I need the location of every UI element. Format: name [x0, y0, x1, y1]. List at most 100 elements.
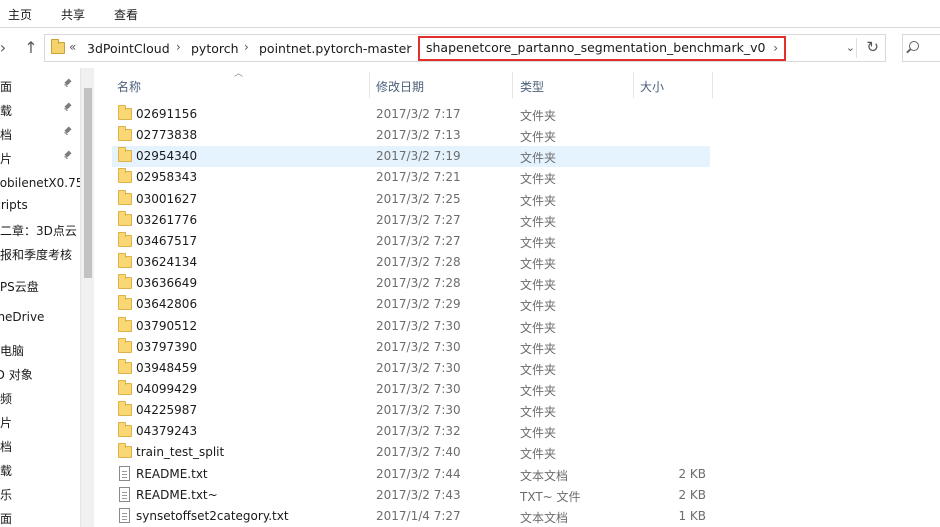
column-header-name[interactable]: 名称	[117, 78, 141, 102]
column-header-size[interactable]: 大小	[640, 78, 664, 102]
chevron-right-icon[interactable]: ›	[244, 40, 249, 54]
file-date-modified: 2017/3/2 7:43	[376, 487, 461, 502]
nav-item[interactable]: mobilenetX0.75	[0, 174, 80, 194]
file-type: 文件夹	[520, 320, 557, 335]
column-header-type[interactable]: 类型	[520, 78, 544, 102]
table-row[interactable]: synsetoffset2category.txt 2017/1/4 7:27 文本…	[112, 506, 710, 527]
breadcrumb-pointnet[interactable]: pointnet.pytorch-master	[259, 41, 412, 56]
table-row[interactable]: 03261776 2017/3/2 7:27 文件夹	[112, 210, 710, 231]
file-type: TXT~ 文件	[520, 489, 581, 504]
nav-item-label: 文档	[0, 128, 13, 142]
nav-item-label: WPS云盘	[0, 280, 39, 294]
column-divider[interactable]	[633, 72, 634, 98]
tab-home[interactable]: 主页	[8, 6, 32, 23]
nav-item[interactable]: 桌面	[0, 508, 80, 527]
folder-icon	[118, 147, 132, 163]
table-row[interactable]: 02691156 2017/3/2 7:17 文件夹	[112, 104, 710, 125]
chevron-right-icon[interactable]: ›	[773, 41, 778, 55]
tab-share[interactable]: 共享	[61, 6, 85, 23]
nav-item[interactable]: 桌面	[0, 76, 80, 96]
file-date-modified: 2017/3/2 7:27	[376, 233, 461, 248]
table-row[interactable]: 02958343 2017/3/2 7:21 文件夹	[112, 167, 710, 188]
ribbon-bar: 主页 共享 查看	[0, 0, 940, 28]
folder-icon	[118, 295, 132, 311]
nav-item[interactable]: 3D 对象	[0, 364, 80, 384]
refresh-icon[interactable]: ↻	[866, 38, 879, 56]
nav-item-label: OneDrive	[0, 310, 45, 324]
folder-icon	[118, 189, 132, 205]
forward-chevron-icon[interactable]: ›	[0, 38, 12, 58]
file-date-modified: 2017/3/2 7:28	[376, 255, 461, 270]
folder-icon	[118, 337, 132, 353]
file-name: 03624134	[136, 255, 198, 270]
navigation-pane: 桌面下载文档图片mobilenetX0.75scripts第二章：3D点云周报和…	[0, 68, 80, 527]
nav-item[interactable]: 第二章：3D点云	[0, 220, 80, 240]
nav-item[interactable]: WPS云盘	[0, 276, 80, 296]
nav-item[interactable]: scripts	[0, 196, 80, 216]
nav-item[interactable]: 音乐	[0, 484, 80, 504]
file-name: 03642806	[136, 297, 198, 312]
table-row[interactable]: 03467517 2017/3/2 7:27 文件夹	[112, 231, 710, 252]
column-divider[interactable]	[512, 72, 513, 98]
navigation-pane-scrollbar[interactable]	[80, 68, 94, 527]
scrollbar-thumb[interactable]	[84, 88, 92, 278]
table-row[interactable]: 02954340 2017/3/2 7:19 文件夹	[112, 146, 710, 168]
chevron-down-icon[interactable]: ⌄	[846, 41, 855, 54]
file-date-modified: 2017/3/2 7:21	[376, 170, 461, 185]
file-name: 04225987	[136, 403, 198, 418]
breadcrumb-current-label: shapenetcore_partanno_segmentation_bench…	[426, 40, 766, 55]
address-bar[interactable]: « 3dPointCloud › pytorch › pointnet.pyto…	[44, 34, 886, 62]
nav-item[interactable]: 图片	[0, 148, 80, 168]
table-row[interactable]: 03797390 2017/3/2 7:30 文件夹	[112, 337, 710, 358]
search-input[interactable]	[902, 34, 940, 62]
file-date-modified: 2017/3/2 7:30	[376, 339, 461, 354]
table-row[interactable]: train_test_split 2017/3/2 7:40 文件夹	[112, 442, 710, 463]
nav-item[interactable]: 下载	[0, 100, 80, 120]
table-row[interactable]: 03001627 2017/3/2 7:25 文件夹	[112, 189, 710, 210]
chevron-right-icon[interactable]: ›	[406, 40, 411, 54]
nav-item[interactable]: 视频	[0, 388, 80, 408]
nav-item[interactable]: OneDrive	[0, 308, 80, 328]
column-header-date[interactable]: 修改日期	[376, 78, 424, 102]
table-row[interactable]: 04099429 2017/3/2 7:30 文件夹	[112, 379, 710, 400]
table-row[interactable]: 04379243 2017/3/2 7:32 文件夹	[112, 421, 710, 442]
breadcrumb-3dpointcloud[interactable]: 3dPointCloud	[87, 41, 170, 56]
folder-icon	[118, 168, 132, 184]
nav-item[interactable]: 周报和季度考核	[0, 244, 80, 264]
nav-item-label: 下载	[0, 104, 13, 118]
breadcrumb-current[interactable]: shapenetcore_partanno_segmentation_bench…	[418, 36, 787, 61]
nav-item[interactable]: 文档	[0, 436, 80, 456]
file-type: 文本文档	[520, 510, 569, 525]
table-row[interactable]: 03790512 2017/3/2 7:30 文件夹	[112, 316, 710, 337]
table-row[interactable]: 03948459 2017/3/2 7:30 文件夹	[112, 358, 710, 379]
table-row[interactable]: 03636649 2017/3/2 7:28 文件夹	[112, 273, 710, 294]
tab-view[interactable]: 查看	[114, 6, 138, 23]
file-name: 04379243	[136, 424, 198, 439]
nav-item[interactable]: 图片	[0, 412, 80, 432]
up-arrow-icon[interactable]: ↑	[22, 38, 40, 58]
table-row[interactable]: README.txt~ 2017/3/2 7:43 TXT~ 文件 2 KB	[112, 485, 710, 506]
table-row[interactable]: 04225987 2017/3/2 7:30 文件夹	[112, 400, 710, 421]
folder-icon	[118, 422, 132, 438]
nav-item-label: 桌面	[0, 512, 13, 526]
file-type: 文件夹	[520, 278, 557, 293]
nav-item[interactable]: 文档	[0, 124, 80, 144]
table-row[interactable]: 02773838 2017/3/2 7:13 文件夹	[112, 125, 710, 146]
file-date-modified: 2017/1/4 7:27	[376, 508, 461, 523]
table-row[interactable]: 03624134 2017/3/2 7:28 文件夹	[112, 252, 710, 273]
file-date-modified: 2017/3/2 7:27	[376, 212, 461, 227]
nav-item[interactable]: 下载	[0, 460, 80, 480]
nav-item-label: 文档	[0, 440, 13, 454]
file-date-modified: 2017/3/2 7:44	[376, 466, 461, 481]
column-divider[interactable]	[369, 72, 370, 98]
folder-icon	[118, 274, 132, 290]
chevron-right-icon[interactable]: ›	[176, 40, 181, 54]
column-divider[interactable]	[712, 72, 713, 98]
folder-icon	[118, 443, 132, 459]
table-row[interactable]: README.txt 2017/3/2 7:44 文本文档 2 KB	[112, 464, 710, 485]
nav-item[interactable]: 此电脑	[0, 340, 80, 360]
file-type: 文件夹	[520, 447, 557, 462]
table-row[interactable]: 03642806 2017/3/2 7:29 文件夹	[112, 294, 710, 315]
breadcrumb-overflow[interactable]: «	[69, 40, 76, 54]
breadcrumb-pytorch[interactable]: pytorch	[191, 41, 239, 56]
